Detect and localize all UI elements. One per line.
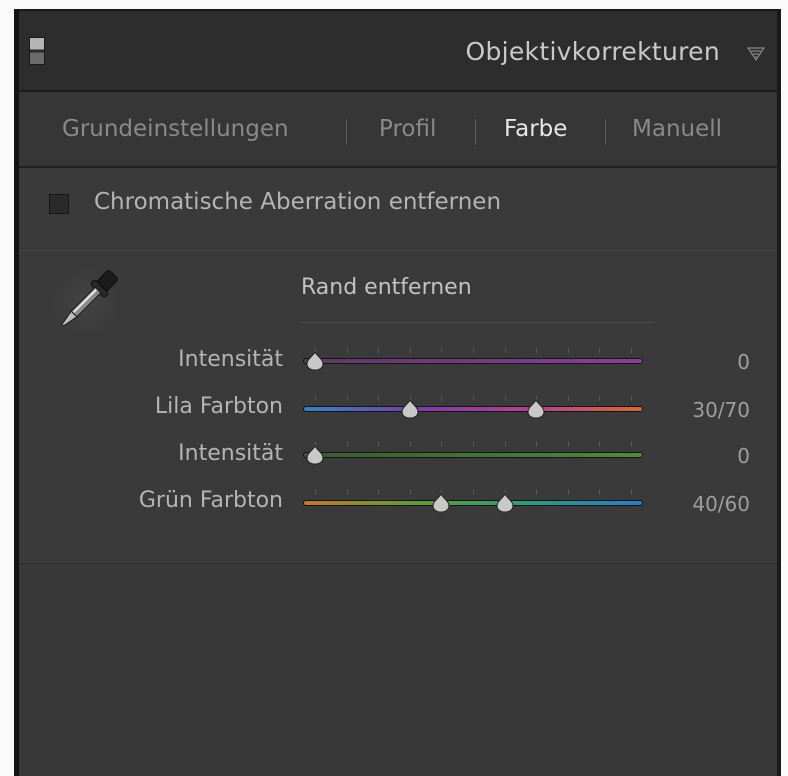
- slider-tick: [410, 442, 411, 447]
- eyedropper-icon: [61, 270, 118, 327]
- slider-tick: [473, 396, 474, 401]
- slider-tick: [315, 396, 316, 401]
- panel-header[interactable]: Objektivkorrekturen: [19, 11, 777, 92]
- slider-tick: [505, 396, 506, 401]
- slider-thumb[interactable]: [305, 445, 325, 465]
- heading-divider: [301, 322, 655, 323]
- slider-tick: [315, 490, 316, 495]
- tab-separator: [475, 119, 476, 145]
- slider-tick: [410, 490, 411, 495]
- tab-bar: Grundeinstellungen Profil Farbe Manuell: [19, 92, 777, 168]
- slider-tick: [347, 442, 348, 447]
- triangle-down-icon[interactable]: [747, 47, 765, 61]
- slider-tick: [568, 396, 569, 401]
- window-frame-left: [0, 0, 14, 776]
- slider-tick: [378, 442, 379, 447]
- lens-corrections-panel: Objektivkorrekturen Grundeinstellungen P…: [14, 9, 781, 776]
- tab-grundeinstellungen[interactable]: Grundeinstellungen: [62, 116, 289, 142]
- slider-tick: [410, 348, 411, 353]
- slider-tick: [536, 490, 537, 495]
- defringe-section: Rand entfernen Intensität 0 Lila Farbton…: [19, 251, 777, 564]
- slider-tick: [599, 396, 600, 401]
- purple-amount-label: Intensität: [178, 347, 283, 372]
- slider-tick: [347, 490, 348, 495]
- slider-tick: [473, 490, 474, 495]
- green-amount-value[interactable]: 0: [640, 444, 750, 468]
- slider-thumb[interactable]: [305, 351, 325, 371]
- slider-thumb[interactable]: [495, 493, 515, 513]
- slider-tick: [505, 442, 506, 447]
- slider-ticks: [303, 442, 643, 448]
- slider-tick: [347, 348, 348, 353]
- purple-amount-slider[interactable]: [303, 348, 643, 372]
- slider-tick: [568, 490, 569, 495]
- slider-ticks: [303, 348, 643, 354]
- eyedropper-tool[interactable]: [45, 261, 127, 343]
- slider-track[interactable]: [303, 500, 643, 506]
- slider-tick: [631, 348, 632, 353]
- purple-hue-value[interactable]: 30/70: [640, 398, 750, 422]
- slider-tick: [631, 396, 632, 401]
- green-hue-label: Grün Farbton: [138, 488, 283, 513]
- slider-thumb[interactable]: [400, 399, 420, 419]
- tab-manuell[interactable]: Manuell: [632, 116, 722, 142]
- slider-tick: [599, 442, 600, 447]
- slider-tick: [378, 348, 379, 353]
- slider-tick: [378, 490, 379, 495]
- chromatic-aberration-checkbox[interactable]: [49, 194, 69, 214]
- slider-track[interactable]: [303, 358, 643, 364]
- tab-farbe[interactable]: Farbe: [504, 116, 567, 142]
- green-hue-value[interactable]: 40/60: [640, 492, 750, 516]
- purple-amount-value[interactable]: 0: [640, 350, 750, 374]
- purple-hue-label: Lila Farbton: [154, 394, 283, 419]
- slider-tick: [536, 348, 537, 353]
- tab-profil[interactable]: Profil: [379, 116, 436, 142]
- green-hue-slider[interactable]: [303, 490, 643, 514]
- slider-tick: [536, 442, 537, 447]
- chromatic-aberration-label[interactable]: Chromatische Aberration entfernen: [94, 189, 501, 215]
- slider-tick: [599, 490, 600, 495]
- slider-tick: [631, 442, 632, 447]
- slider-thumb[interactable]: [431, 493, 451, 513]
- slider-track[interactable]: [303, 406, 643, 412]
- tab-separator: [605, 119, 606, 145]
- window-frame-top: [0, 0, 788, 9]
- slider-tick: [599, 348, 600, 353]
- slider-tick: [631, 490, 632, 495]
- purple-hue-slider[interactable]: [303, 396, 643, 420]
- slider-track[interactable]: [303, 452, 643, 458]
- chromatic-aberration-row: Chromatische Aberration entfernen: [19, 168, 777, 251]
- slider-tick: [568, 442, 569, 447]
- slider-tick: [347, 396, 348, 401]
- panel-empty-area: [19, 564, 777, 776]
- slider-tick: [505, 348, 506, 353]
- window-frame-right: [781, 0, 788, 776]
- slider-tick: [441, 348, 442, 353]
- slider-ticks: [303, 490, 643, 496]
- tab-separator: [346, 119, 347, 145]
- slider-tick: [441, 442, 442, 447]
- slider-tick: [568, 348, 569, 353]
- slider-tick: [473, 348, 474, 353]
- green-amount-slider[interactable]: [303, 442, 643, 466]
- slider-ticks: [303, 396, 643, 402]
- green-amount-label: Intensität: [178, 441, 283, 466]
- panel-title: Objektivkorrekturen: [465, 37, 720, 66]
- slider-tick: [441, 396, 442, 401]
- slider-thumb[interactable]: [526, 399, 546, 419]
- defringe-heading: Rand entfernen: [301, 275, 472, 300]
- panel-solo-toggle[interactable]: [29, 37, 45, 65]
- slider-tick: [473, 442, 474, 447]
- slider-tick: [378, 396, 379, 401]
